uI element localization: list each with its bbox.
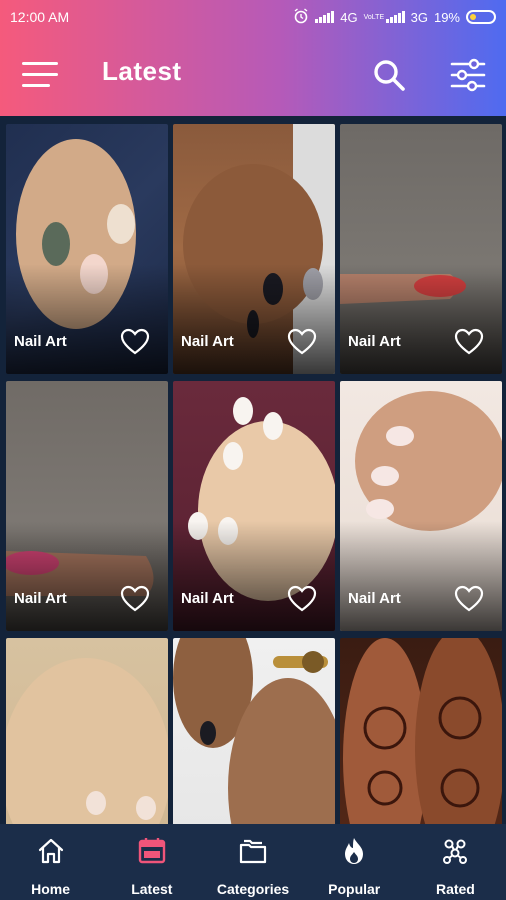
status-bar: 12:00 AM 4G VoLTE 3G 19% [0, 0, 506, 34]
heart-icon[interactable] [287, 585, 317, 613]
toolbar: Latest [0, 34, 506, 116]
heart-icon[interactable] [120, 585, 150, 613]
folders-icon [238, 836, 268, 871]
search-icon[interactable] [372, 58, 406, 92]
nav-latest[interactable]: Latest [101, 824, 202, 900]
battery-percent: 19% [433, 9, 460, 25]
item-label: Nail Art [181, 590, 234, 607]
nail-photo [340, 638, 502, 824]
nav-popular-label: Popular [328, 881, 381, 897]
latest-icon [137, 836, 167, 871]
grid-item[interactable]: Nail Art [6, 124, 168, 374]
page-title: Latest [102, 56, 182, 86]
nail-photo [6, 638, 168, 824]
item-label: Nail Art [348, 590, 401, 607]
nav-rated[interactable]: Rated [405, 824, 506, 900]
grid-item[interactable] [340, 638, 502, 824]
heart-icon[interactable] [287, 328, 317, 356]
signal-icon [315, 11, 335, 23]
heart-icon[interactable] [454, 328, 484, 356]
item-label: Nail Art [181, 333, 234, 350]
heart-icon[interactable] [120, 328, 150, 356]
nav-categories-label: Categories [216, 881, 290, 897]
signal-icon-2 [385, 11, 405, 23]
rated-icon [440, 836, 470, 871]
heart-icon[interactable] [454, 585, 484, 613]
app-bar: 12:00 AM 4G VoLTE 3G 19% Latest [0, 0, 506, 116]
item-label: Nail Art [14, 333, 67, 350]
grid-item[interactable]: Nail Art [340, 381, 502, 631]
bottom-nav: Home Latest Categories Popular Rated [0, 824, 506, 900]
image-grid: Nail Art Nail Art Nail Art Nail Art Nail… [0, 116, 506, 824]
grid-item[interactable]: Nail Art [340, 124, 502, 374]
nav-home-label: Home [31, 881, 71, 897]
hamburger-menu-icon[interactable] [22, 60, 60, 90]
flame-icon [339, 836, 369, 871]
sliders-icon[interactable] [450, 58, 486, 92]
nail-photo [173, 638, 335, 824]
grid-item[interactable]: Nail Art [173, 381, 335, 631]
network-type-2: 3G [410, 9, 428, 25]
item-label: Nail Art [14, 590, 67, 607]
battery-icon [466, 10, 496, 24]
nav-home[interactable]: Home [0, 824, 101, 900]
grid-item[interactable] [6, 638, 168, 824]
grid-item[interactable] [173, 638, 335, 824]
nav-popular[interactable]: Popular [304, 824, 405, 900]
network-type-1: 4G [340, 9, 358, 25]
nav-categories[interactable]: Categories [202, 824, 303, 900]
status-time: 12:00 AM [10, 9, 70, 25]
volte-badge: VoLTE [363, 13, 385, 21]
nav-latest-label: Latest [131, 881, 173, 897]
status-icons: 4G VoLTE 3G 19% [293, 7, 496, 27]
nav-rated-label: Rated [435, 881, 475, 897]
grid-item[interactable]: Nail Art [173, 124, 335, 374]
alarm-icon [293, 7, 309, 27]
grid-item[interactable]: Nail Art [6, 381, 168, 631]
home-icon [36, 836, 66, 871]
item-label: Nail Art [348, 333, 401, 350]
